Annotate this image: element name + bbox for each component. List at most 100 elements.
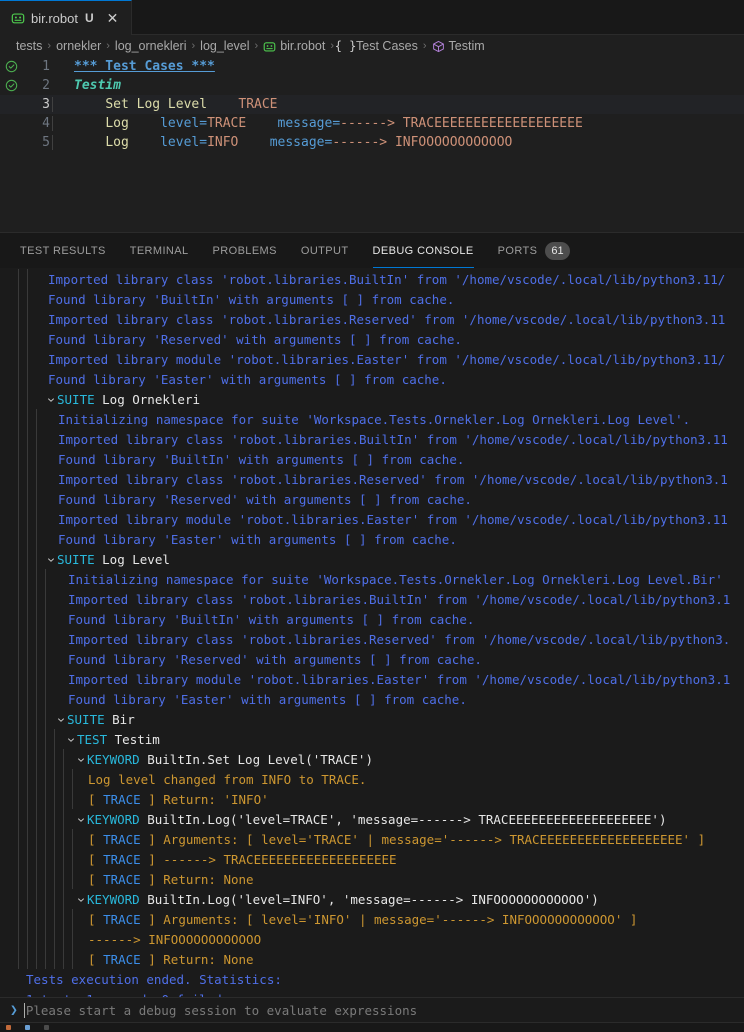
breadcrumb-item-label: log_ornekleri xyxy=(114,39,187,53)
console-line: Found library 'Reserved' with arguments … xyxy=(0,489,744,509)
indent-guide xyxy=(27,789,28,809)
indent-guide xyxy=(18,789,19,809)
line-number: 3 xyxy=(42,97,50,112)
console-text: Log Level xyxy=(102,551,170,567)
breadcrumb-item-log-level[interactable]: log_level xyxy=(200,39,249,53)
breadcrumb-item-label: Test Cases xyxy=(356,39,418,53)
indent-guide xyxy=(63,849,64,869)
indent-guide xyxy=(18,729,19,749)
indent-guide xyxy=(72,789,73,809)
indent-guide xyxy=(36,689,37,709)
indent-guide xyxy=(72,949,73,969)
indent-guide xyxy=(27,489,28,509)
indent-guide xyxy=(36,749,37,769)
indent-guide xyxy=(54,949,55,969)
editor-line-content: Testim xyxy=(52,78,121,93)
status-bar[interactable] xyxy=(0,1023,744,1032)
editor-line[interactable]: 1 *** Test Cases *** xyxy=(0,57,744,76)
panel-tab-label: Problems xyxy=(212,244,277,257)
console-text: [ xyxy=(88,831,104,847)
status-bar-item[interactable] xyxy=(44,1023,49,1032)
text-caret xyxy=(23,1002,25,1018)
test-passed-icon[interactable] xyxy=(0,60,22,73)
tab-output[interactable]: Output xyxy=(301,233,349,268)
console-line-content: Imported library class 'robot.libraries.… xyxy=(0,472,728,487)
indent-guide xyxy=(63,749,64,769)
chevron-down-icon[interactable] xyxy=(76,755,87,767)
console-line-content: KEYWORD BuiltIn.Log('level=INFO', 'messa… xyxy=(0,892,599,907)
console-line: Found library 'BuiltIn' with arguments [… xyxy=(0,289,744,309)
debug-console-input-row[interactable]: ❯ Please start a debug session to evalua… xyxy=(0,997,744,1023)
breadcrumb-item-testim[interactable]: Testim xyxy=(432,39,485,53)
indent-guide xyxy=(18,409,19,429)
tab-problems[interactable]: Problems xyxy=(213,233,277,268)
indent-guides xyxy=(0,269,48,289)
indent-guide xyxy=(18,369,19,389)
console-text: Found library 'Reserved' with arguments … xyxy=(58,491,472,507)
console-line: ------> INFOOOOOOOOOOOO xyxy=(0,929,744,949)
indent-guides xyxy=(0,369,48,389)
console-text: KEYWORD xyxy=(87,811,148,827)
indent-guide xyxy=(27,329,28,349)
debug-console-input[interactable]: Please start a debug session to evaluate… xyxy=(26,1003,417,1018)
console-line-content: 1 test, 1 passed, 0 failed xyxy=(0,992,222,998)
console-line-content: [ TRACE ] Arguments: [ level='TRACE' | m… xyxy=(0,832,705,847)
indent-guide xyxy=(36,529,37,549)
editor-line[interactable]: 5 Log level=INFO message=------> INFOOOO… xyxy=(0,133,744,152)
indent-guide xyxy=(54,789,55,809)
indent-guide xyxy=(18,269,19,289)
console-line: Imported library module 'robot.libraries… xyxy=(0,349,744,369)
indent-guide xyxy=(27,949,28,969)
indent-guide xyxy=(27,909,28,929)
breadcrumb-item-tests[interactable]: tests xyxy=(16,39,42,53)
chevron-down-icon[interactable] xyxy=(76,815,87,827)
console-text: ] Return: None xyxy=(140,871,254,887)
chevron-down-icon[interactable] xyxy=(76,895,87,907)
indent-guide xyxy=(18,389,19,409)
breadcrumb-item-test-cases[interactable]: { } Test Cases xyxy=(335,39,418,53)
editor-line[interactable]: 3 Set Log Level TRACE xyxy=(0,95,744,114)
status-bar-item[interactable] xyxy=(25,1023,30,1032)
indent-guide xyxy=(63,929,64,949)
editor-line[interactable]: 2 Testim xyxy=(0,76,744,95)
tab-ports[interactable]: Ports 61 xyxy=(498,233,570,268)
status-bar-item[interactable] xyxy=(6,1023,11,1032)
chevron-down-icon[interactable] xyxy=(56,715,67,727)
console-text: [ xyxy=(88,951,104,967)
indent-guides xyxy=(0,429,48,449)
chevron-down-icon[interactable] xyxy=(66,735,77,747)
breadcrumb-item-label: tests xyxy=(16,39,43,53)
console-line: Initializing namespace for suite 'Worksp… xyxy=(0,409,744,429)
indent-guide xyxy=(27,509,28,529)
close-icon[interactable]: ✕ xyxy=(104,9,122,27)
indent-guide xyxy=(27,829,28,849)
code-token: ------> TRACEEEEEEEEEEEEEEEEEEE xyxy=(340,116,583,131)
tab-debug-console[interactable]: Debug Console xyxy=(372,233,474,268)
indent-guide xyxy=(18,849,19,869)
indent-guide xyxy=(45,789,46,809)
console-text: Bir xyxy=(112,711,135,727)
tab-terminal[interactable]: Terminal xyxy=(130,233,189,268)
code-editor[interactable]: 1 *** Test Cases *** 2 Testim 3 Set Log Leve… xyxy=(0,57,744,232)
console-line-content: Imported library class 'robot.libraries.… xyxy=(0,432,728,447)
indent-guide xyxy=(27,869,28,889)
indent-guide xyxy=(36,889,37,909)
debug-console-output[interactable]: Imported library class 'robot.libraries.… xyxy=(0,268,744,997)
indent-guides xyxy=(0,789,73,809)
indent-guide xyxy=(63,769,64,789)
breadcrumb-item-ornekler[interactable]: ornekler xyxy=(56,39,101,53)
console-text: ] Arguments: [ level='INFO' | message='-… xyxy=(140,911,638,927)
indent-guides xyxy=(0,849,73,869)
test-passed-icon[interactable] xyxy=(0,79,22,92)
console-text: ] Return: None xyxy=(140,951,254,967)
tab-test-results[interactable]: Test Results xyxy=(20,233,106,268)
editor-line[interactable]: 4 Log level=TRACE message=------> TRACEE… xyxy=(0,114,744,133)
indent-guides xyxy=(0,689,48,709)
editor-tab-bir-robot[interactable]: bir.robot U ✕ xyxy=(0,0,133,35)
breadcrumb-item-bir-robot[interactable]: bir.robot xyxy=(263,39,325,53)
console-line-content: Imported library class 'robot.libraries.… xyxy=(0,632,730,647)
breadcrumb-item-log-ornekleri[interactable]: log_ornekleri xyxy=(115,39,187,53)
line-number: 4 xyxy=(42,116,50,131)
